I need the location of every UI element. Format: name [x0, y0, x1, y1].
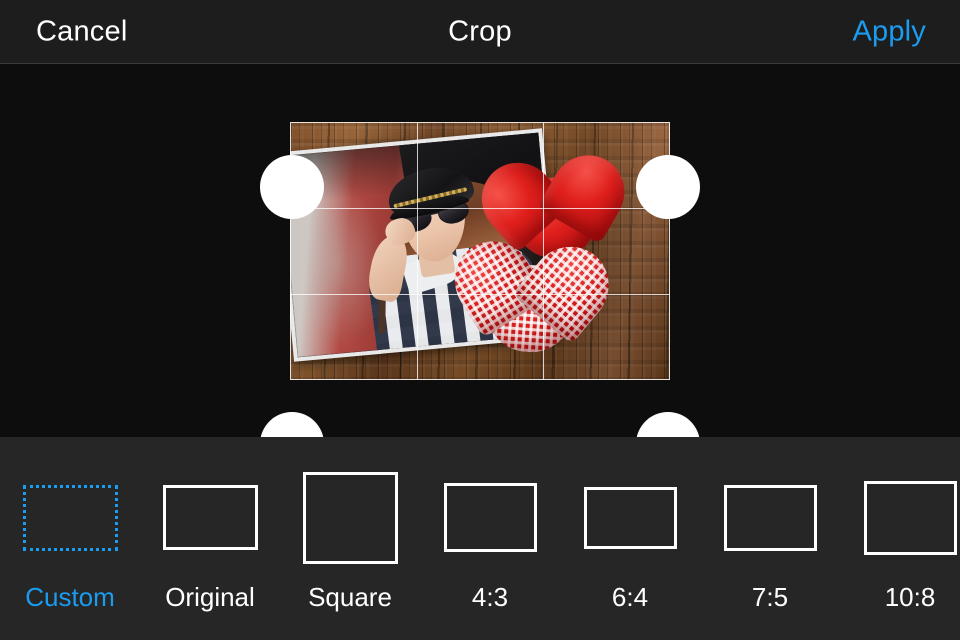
ratio-option-label: 4:3 [471, 581, 509, 612]
ratio-option-label: Custom [25, 581, 115, 612]
ratio-preview-box [162, 485, 258, 550]
ratio-box-wrapper [22, 468, 118, 568]
crop-handle-top-left[interactable] [260, 155, 324, 219]
checkered-heart [439, 226, 625, 357]
ratio-box-wrapper [162, 468, 258, 568]
ratio-box-wrapper [302, 468, 398, 568]
ratio-preview-box [723, 484, 817, 551]
ratio-option-custom[interactable]: Custom [0, 437, 140, 640]
ratio-option-square[interactable]: Square [280, 437, 420, 640]
page-title-label: Crop [448, 15, 512, 47]
crop-handle-top-right[interactable] [636, 155, 700, 219]
aspect-ratio-strip[interactable]: Custom Original Square 4:3 6:4 7:5 10:8 [0, 437, 960, 640]
ratio-box-wrapper [863, 468, 957, 568]
ratio-preview-box [443, 483, 537, 552]
ratio-option-7-5[interactable]: 7:5 [700, 437, 840, 640]
checkered-heart-shape [439, 226, 625, 357]
ratio-option-4-3[interactable]: 4:3 [420, 437, 560, 640]
crop-handle-bottom-left[interactable] [260, 412, 324, 437]
ratio-option-label: Square [308, 581, 392, 612]
ratio-option-label: 10:8 [884, 581, 936, 612]
page-title: Crop [0, 17, 960, 46]
ratio-option-6-4[interactable]: 6:4 [560, 437, 700, 640]
apply-button[interactable]: Apply [852, 17, 926, 46]
aspect-ratio-bar[interactable]: Custom Original Square 4:3 6:4 7:5 10:8 [0, 437, 960, 640]
ratio-box-wrapper [443, 468, 537, 568]
ratio-preview-box [302, 471, 398, 564]
top-toolbar: Cancel Crop Apply [0, 0, 960, 64]
ratio-option-label: 6:4 [611, 581, 649, 612]
crop-screen: Cancel Crop Apply Custom Original Square… [0, 0, 960, 640]
ratio-preview-box [863, 480, 957, 555]
ratio-option-label: 7:5 [751, 581, 789, 612]
ratio-option-label: Original [165, 581, 255, 612]
ratio-preview-box [22, 484, 118, 551]
ratio-option-original[interactable]: Original [140, 437, 280, 640]
crop-image[interactable] [290, 122, 670, 380]
crop-handle-bottom-right[interactable] [636, 412, 700, 437]
ratio-option-10-8[interactable]: 10:8 [840, 437, 960, 640]
ratio-box-wrapper [723, 468, 817, 568]
ratio-box-wrapper [583, 468, 677, 568]
apply-button-label: Apply [852, 15, 926, 47]
crop-canvas[interactable] [0, 64, 960, 437]
ratio-preview-box [583, 486, 677, 549]
